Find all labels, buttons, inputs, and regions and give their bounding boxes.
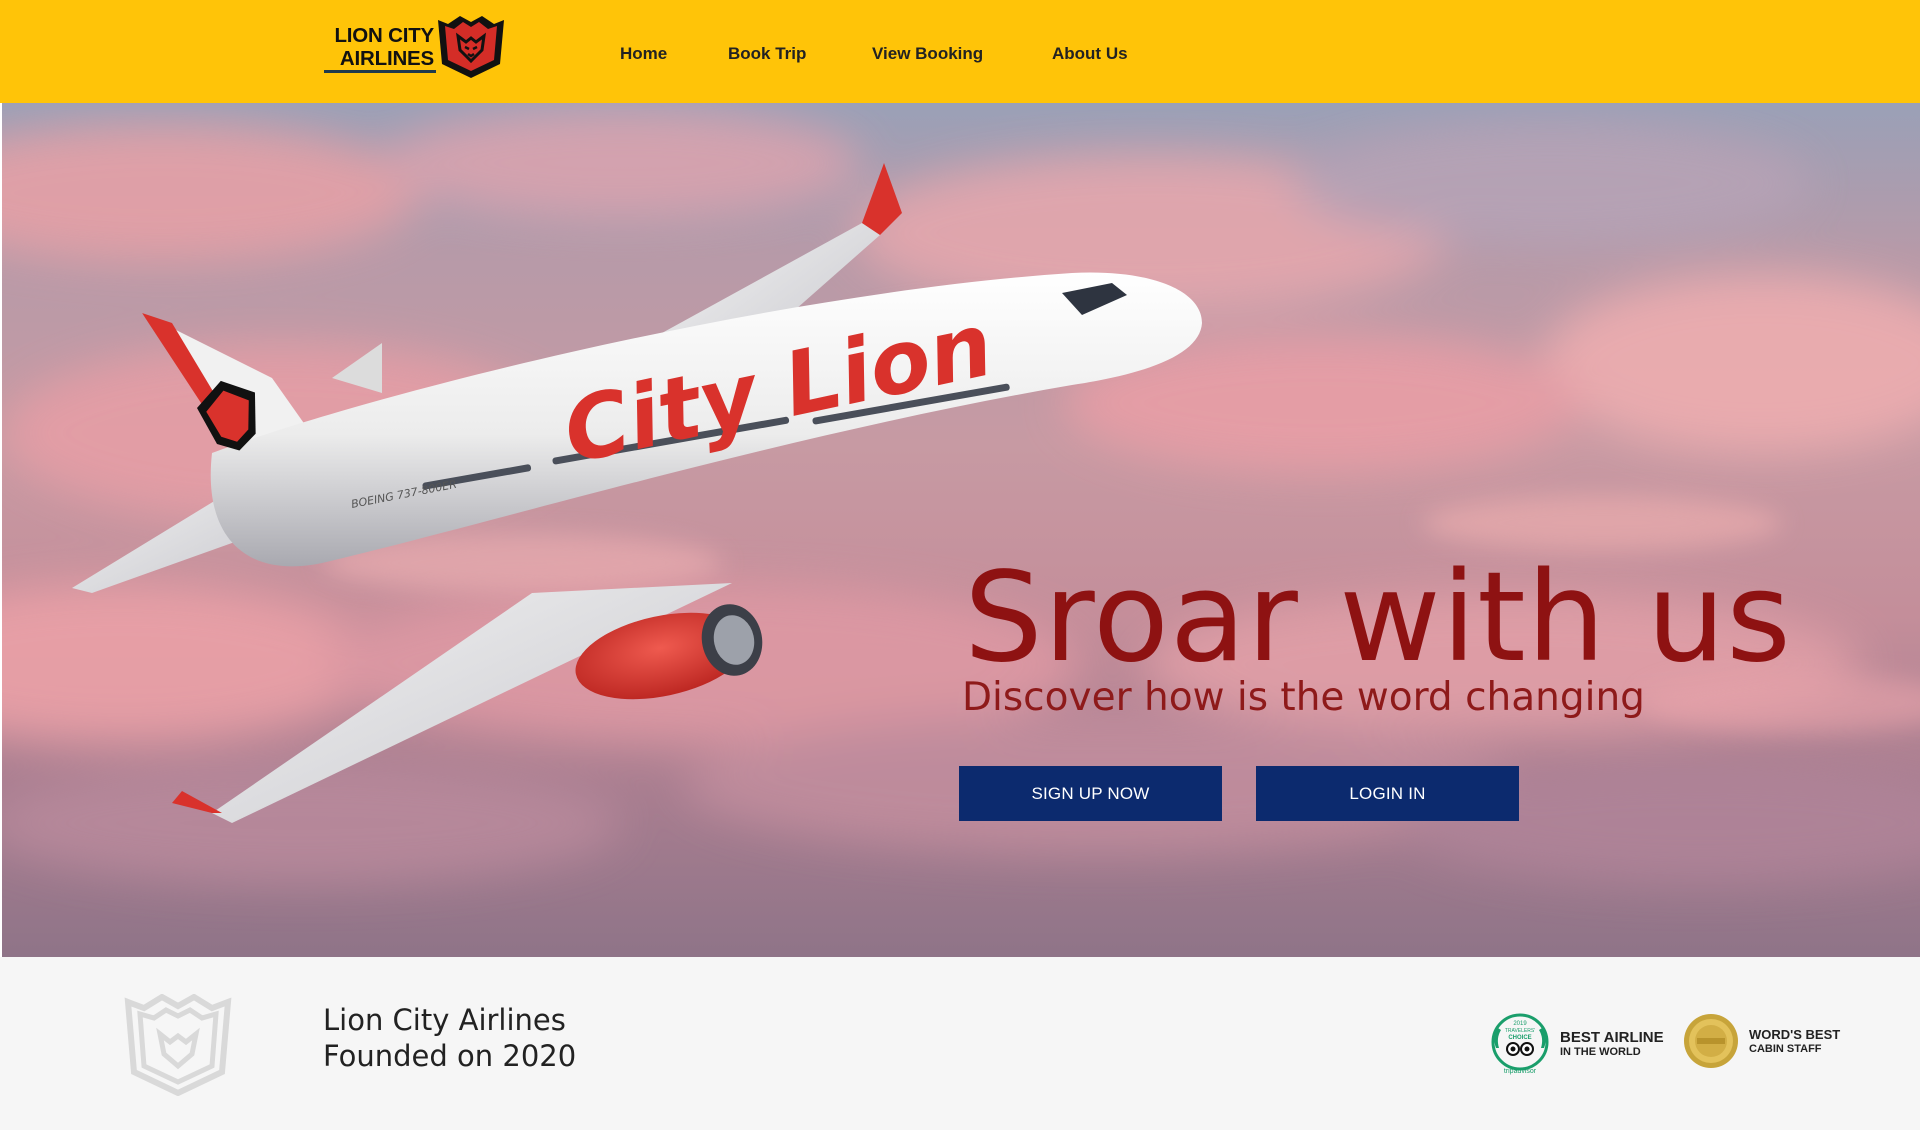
award-badge-brand: tripadvisor xyxy=(1504,1068,1537,1075)
award-tripadvisor: 2019 TRAVELERS' CHOICE tripadvisor BEST … xyxy=(1488,1012,1664,1076)
sign-up-button[interactable]: SIGN UP NOW xyxy=(959,766,1222,821)
hero-headline: Sroar with us xyxy=(964,546,1792,690)
header: LION CITY AIRLINES Home Book Trip View B… xyxy=(0,0,1920,103)
footer-founded-text: Founded on 2020 xyxy=(323,1039,577,1073)
main-nav: Home Book Trip View Booking About Us xyxy=(0,0,1920,103)
award-subtitle: IN THE WORLD xyxy=(1560,1045,1641,1058)
airplane-image: City Lion BOEING 737-800ER xyxy=(72,163,1202,823)
nav-about-us[interactable]: About Us xyxy=(1052,44,1128,64)
award-badge-line2: CHOICE xyxy=(1508,1035,1531,1041)
award-tripadvisor-text: BEST AIRLINE IN THE WORLD xyxy=(1560,1028,1664,1059)
award-skytrax-text: WORD'S BEST CABIN STAFF xyxy=(1749,1027,1840,1056)
footer: Lion City Airlines Founded on 2020 2019 … xyxy=(0,957,1920,1130)
login-button[interactable]: LOGIN IN xyxy=(1256,766,1519,821)
lion-shield-watermark-icon xyxy=(124,994,232,1096)
nav-view-booking[interactable]: View Booking xyxy=(872,44,983,64)
nav-home[interactable]: Home xyxy=(620,44,667,64)
hero-banner: City Lion BOEING 737-800ER Sroar with us… xyxy=(2,103,1920,957)
award-badge-year: 2019 xyxy=(1513,1021,1527,1027)
tripadvisor-travelers-choice-icon: 2019 TRAVELERS' CHOICE tripadvisor xyxy=(1491,1013,1549,1075)
award-title: BEST AIRLINE xyxy=(1560,1028,1664,1046)
award-subtitle: CABIN STAFF xyxy=(1749,1042,1822,1055)
hero-subheadline: Discover how is the word changing xyxy=(962,675,1645,720)
skytrax-award-icon xyxy=(1684,1014,1738,1068)
award-title: WORD'S BEST xyxy=(1749,1026,1841,1042)
award-badge-line1: TRAVELERS' xyxy=(1505,1028,1535,1034)
nav-book-trip[interactable]: Book Trip xyxy=(728,44,806,64)
award-skytrax: WORD'S BEST CABIN STAFF xyxy=(1683,1013,1840,1069)
footer-company-name: Lion City Airlines xyxy=(323,1003,566,1037)
